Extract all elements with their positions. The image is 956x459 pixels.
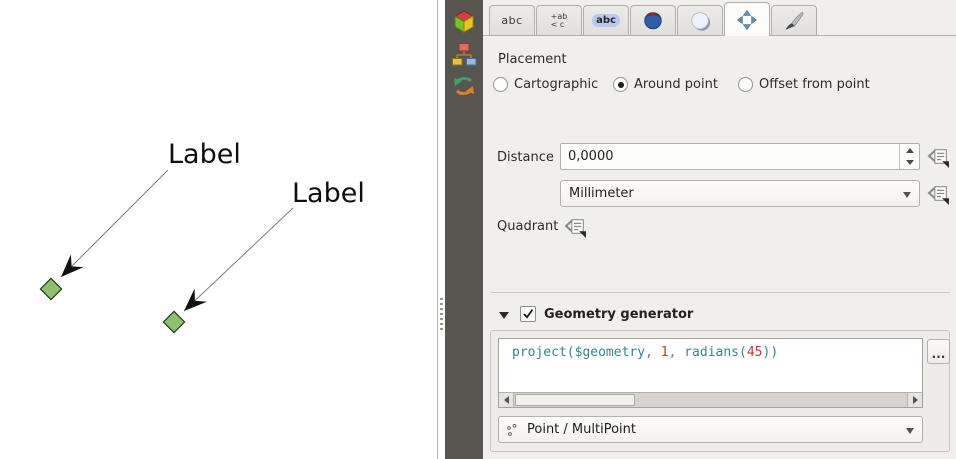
quadrant-data-defined-override-button[interactable] bbox=[564, 215, 587, 238]
geometry-generator-checkbox[interactable] bbox=[520, 306, 536, 322]
tab-buffer[interactable]: abc bbox=[583, 5, 629, 35]
distance-spinbox[interactable]: 0,0000 bbox=[560, 143, 920, 170]
radio-cartographic[interactable]: Cartographic bbox=[493, 77, 598, 92]
unit-value: Millimeter bbox=[569, 186, 634, 201]
background-tab-icon bbox=[642, 10, 664, 32]
tab-shadow[interactable] bbox=[677, 5, 723, 35]
geometry-type-combo[interactable]: Point / MultiPoint bbox=[498, 416, 923, 443]
data-defined-icon bbox=[927, 182, 950, 205]
point-geometry-icon bbox=[505, 423, 519, 437]
geometry-generator-title: Geometry generator bbox=[544, 307, 693, 322]
radio-circle bbox=[613, 77, 628, 92]
scroll-right-button[interactable] bbox=[907, 393, 922, 407]
radio-around-point[interactable]: Around point bbox=[613, 77, 718, 92]
spinner-buttons bbox=[899, 144, 919, 169]
radio-offset-from-point[interactable]: Offset from point bbox=[738, 77, 870, 92]
radio-label: Offset from point bbox=[759, 77, 870, 92]
checkmark-icon bbox=[521, 307, 535, 321]
expression-builder-button[interactable]: ... bbox=[927, 339, 950, 364]
spin-down-button[interactable] bbox=[900, 157, 919, 170]
collapse-triangle-icon[interactable] bbox=[499, 312, 509, 319]
svg-text:Label: Label bbox=[292, 178, 365, 209]
geometry-type-value: Point / MultiPoint bbox=[527, 422, 636, 437]
down-arrow-icon bbox=[906, 160, 914, 165]
left-arrow-icon bbox=[504, 396, 509, 404]
scroll-left-button[interactable] bbox=[499, 393, 514, 407]
data-defined-icon bbox=[564, 215, 587, 238]
chevron-down-icon bbox=[906, 428, 914, 434]
tabbar-baseline bbox=[483, 35, 956, 36]
symbology-icon[interactable] bbox=[450, 8, 478, 36]
data-defined-icon bbox=[927, 145, 950, 168]
qgis-label-settings-window: Label Label bbox=[0, 0, 956, 459]
tab-rendering[interactable] bbox=[771, 5, 817, 35]
styling-panel-icon-strip bbox=[445, 0, 483, 459]
unit-data-defined-override-button[interactable] bbox=[927, 182, 950, 205]
buffer-tab-icon: abc bbox=[592, 14, 620, 27]
expression-editor[interactable]: project($geometry, 1, radians(45)) bbox=[498, 338, 923, 408]
section-separator bbox=[491, 292, 950, 293]
formatting-tab-icon: +ab< c bbox=[551, 13, 568, 29]
distance-label: Distance bbox=[497, 150, 554, 165]
shadow-tab-icon bbox=[689, 10, 711, 32]
svg-text:Label: Label bbox=[168, 139, 241, 170]
quadrant-label: Quadrant bbox=[497, 219, 558, 234]
editor-horizontal-scrollbar[interactable] bbox=[499, 392, 922, 407]
tab-formatting[interactable]: +ab< c bbox=[536, 5, 582, 35]
distance-value: 0,0000 bbox=[568, 149, 614, 164]
placement-section-label: Placement bbox=[498, 52, 567, 67]
placement-tab-icon bbox=[736, 9, 758, 31]
radio-circle bbox=[493, 77, 508, 92]
tab-background[interactable] bbox=[630, 5, 676, 35]
distance-unit-combo[interactable]: Millimeter bbox=[560, 180, 920, 207]
splitter-handle-dots bbox=[440, 298, 443, 332]
tab-placement[interactable] bbox=[724, 2, 770, 36]
label-settings-panel: abc +ab< c abc bbox=[483, 0, 956, 459]
distance-data-defined-override-button[interactable] bbox=[927, 145, 950, 168]
text-tab-icon: abc bbox=[501, 14, 522, 27]
radio-label: Cartographic bbox=[514, 77, 598, 92]
chevron-down-icon bbox=[903, 192, 911, 198]
radio-label: Around point bbox=[634, 77, 718, 92]
expression-text: project($geometry, 1, radians(45)) bbox=[512, 345, 778, 360]
diagrams-icon[interactable] bbox=[450, 40, 478, 68]
geometry-generator-groupbox: project($geometry, 1, radians(45)) ... P… bbox=[490, 330, 950, 452]
dock-splitter[interactable] bbox=[438, 0, 445, 459]
history-icon[interactable] bbox=[450, 72, 478, 100]
scrollbar-thumb[interactable] bbox=[515, 394, 635, 406]
radio-circle bbox=[738, 77, 753, 92]
up-arrow-icon bbox=[906, 148, 914, 153]
rendering-tab-icon bbox=[783, 10, 805, 32]
spin-up-button[interactable] bbox=[900, 144, 919, 157]
label-settings-tabbar: abc +ab< c abc bbox=[483, 0, 956, 36]
map-canvas[interactable]: Label Label bbox=[0, 0, 438, 459]
right-arrow-icon bbox=[913, 396, 918, 404]
labeled-points-preview: Label Label bbox=[0, 0, 437, 459]
tab-text[interactable]: abc bbox=[489, 5, 535, 35]
